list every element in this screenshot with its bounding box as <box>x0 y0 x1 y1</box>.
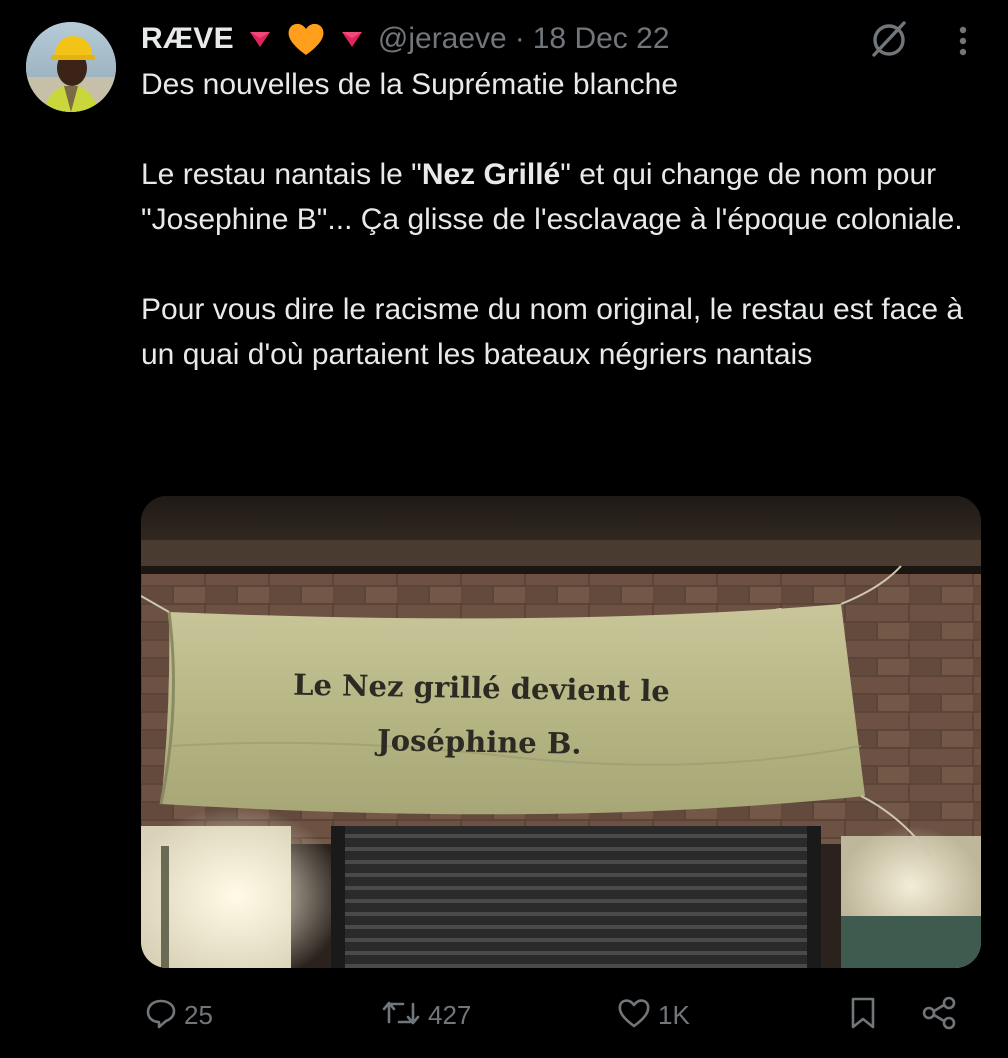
tweet-text-line: Des nouvelles de la Suprématie blanche <box>141 68 678 101</box>
like-count: 1K <box>658 999 690 1030</box>
tweet-date[interactable]: 18 Dec 22 <box>533 22 670 56</box>
bookmark-button[interactable] <box>846 990 880 1040</box>
display-name[interactable]: RÆVE <box>141 22 234 56</box>
banner-text-line2: Joséphine B. <box>374 723 582 761</box>
tweet-text-paragraph: Le restau nantais le "Nez Grillé" et qui… <box>141 152 986 242</box>
retweet-button[interactable]: 427 <box>380 990 471 1040</box>
bold-text-segment: Nez Grillé <box>421 158 561 191</box>
retweet-icon <box>380 996 422 1035</box>
tweet-actions: 25 427 1K <box>0 990 1008 1040</box>
handle[interactable]: @jeraeve <box>378 22 507 56</box>
more-vertical-icon[interactable] <box>950 24 976 58</box>
bookmark-icon <box>846 995 880 1036</box>
reply-button[interactable]: 25 <box>144 990 213 1040</box>
reply-icon <box>144 996 178 1035</box>
like-icon <box>616 996 652 1035</box>
reply-count: 25 <box>184 999 213 1030</box>
retweet-count: 427 <box>428 999 472 1030</box>
orange-heart-icon <box>286 21 326 57</box>
tweet-header: RÆVE @jeraeve · 18 Dec 22 <box>141 18 670 60</box>
red-triangle-down-icon <box>248 29 272 49</box>
separator-dot: · <box>514 22 525 55</box>
share-button[interactable] <box>920 990 958 1040</box>
grok-icon[interactable] <box>868 18 910 60</box>
text-segment: Le restau nantais le " <box>141 158 422 191</box>
like-button[interactable]: 1K <box>616 990 690 1040</box>
tweet-text-paragraph: Pour vous dire le racisme du nom origina… <box>141 293 964 371</box>
avatar[interactable] <box>26 22 116 112</box>
red-triangle-down-icon <box>340 29 364 49</box>
tweet-media-image[interactable]: Le Nez grillé devient le Joséphine B. <box>141 496 981 968</box>
tweet-text: Des nouvelles de la Suprématie blanche L… <box>141 62 986 377</box>
banner-text-line1: Le Nez grillé devient le <box>293 668 670 709</box>
share-icon <box>920 995 958 1036</box>
